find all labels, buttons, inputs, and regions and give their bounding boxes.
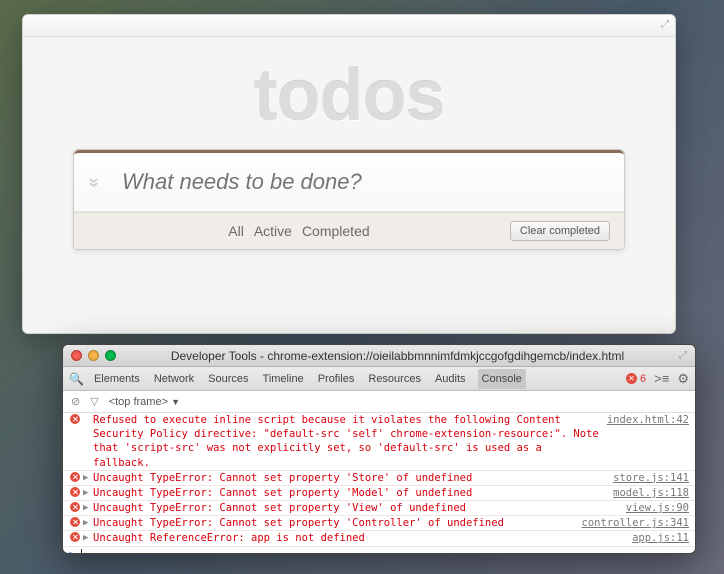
clear-completed-button[interactable]: Clear completed	[510, 221, 610, 241]
error-icon	[67, 413, 83, 424]
console-error-row: ▶Uncaught TypeError: Cannot set property…	[63, 501, 695, 516]
error-icon	[67, 486, 83, 497]
expand-arrow-icon[interactable]: ▶	[83, 531, 93, 544]
console-error-row: Refused to execute inline script because…	[63, 413, 695, 471]
todos-app-window: ⤢ todos » All Active Completed Clear com…	[22, 14, 676, 334]
tab-audits[interactable]: Audits	[433, 369, 468, 389]
toggle-drawer-icon[interactable]: >≡	[654, 371, 669, 386]
tab-profiles[interactable]: Profiles	[316, 369, 357, 389]
todo-input-row: »	[74, 150, 624, 212]
console-error-row: ▶Uncaught TypeError: Cannot set property…	[63, 516, 695, 531]
console-error-row: ▶Uncaught TypeError: Cannot set property…	[63, 486, 695, 501]
zoom-icon[interactable]	[105, 350, 116, 361]
filter-all[interactable]: All	[228, 223, 244, 239]
devtools-window: Developer Tools - chrome-extension://oie…	[62, 344, 696, 554]
expand-arrow-icon[interactable]: ▶	[83, 471, 93, 484]
tab-sources[interactable]: Sources	[206, 369, 250, 389]
error-message: Uncaught TypeError: Cannot set property …	[93, 471, 613, 485]
error-source-link[interactable]: app.js:11	[632, 531, 689, 545]
error-icon	[67, 516, 83, 527]
filter-active[interactable]: Active	[254, 223, 292, 239]
error-source-link[interactable]: controller.js:341	[582, 516, 689, 530]
expand-arrow-icon	[83, 413, 93, 414]
maximize-icon[interactable]: ⤢	[679, 350, 687, 361]
maximize-icon[interactable]: ⤢	[661, 19, 669, 30]
gear-icon[interactable]: ⚙	[677, 371, 689, 387]
close-icon[interactable]	[71, 350, 82, 361]
error-message: Refused to execute inline script because…	[93, 413, 607, 470]
new-todo-input[interactable]	[114, 153, 624, 211]
error-message: Uncaught TypeError: Cannot set property …	[93, 516, 582, 530]
minimize-icon[interactable]	[88, 350, 99, 361]
text-cursor	[81, 549, 82, 553]
tab-network[interactable]: Network	[152, 369, 196, 389]
error-icon	[67, 501, 83, 512]
error-source-link[interactable]: model.js:118	[613, 486, 689, 500]
search-icon[interactable]: 🔍	[69, 372, 84, 386]
app-titlebar: ⤢	[23, 15, 675, 37]
expand-arrow-icon[interactable]: ▶	[83, 486, 93, 499]
prompt-icon: >	[69, 549, 75, 553]
app-title: todos	[73, 37, 625, 149]
filter-icon[interactable]: ▽	[90, 395, 98, 408]
tab-timeline[interactable]: Timeline	[261, 369, 306, 389]
expand-arrow-icon[interactable]: ▶	[83, 516, 93, 529]
console-prompt[interactable]: >	[63, 547, 695, 553]
error-source-link[interactable]: store.js:141	[613, 471, 689, 485]
error-icon: ✕	[626, 373, 637, 384]
todo-card: » All Active Completed Clear completed	[73, 149, 625, 250]
error-message: Uncaught TypeError: Cannot set property …	[93, 501, 626, 515]
todo-footer: All Active Completed Clear completed	[74, 212, 624, 249]
tab-console[interactable]: Console	[478, 369, 526, 389]
window-controls	[71, 350, 116, 361]
error-message: Uncaught TypeError: Cannot set property …	[93, 486, 613, 500]
devtools-titlebar: Developer Tools - chrome-extension://oie…	[63, 345, 695, 367]
error-source-link[interactable]: index.html:42	[607, 413, 689, 427]
devtools-tabs: Elements Network Sources Timeline Profil…	[92, 369, 526, 389]
console-error-row: ▶Uncaught TypeError: Cannot set property…	[63, 471, 695, 486]
devtools-toolbar: 🔍 Elements Network Sources Timeline Prof…	[63, 367, 695, 391]
error-count-badge[interactable]: ✕ 6	[626, 373, 646, 385]
console-error-row: ▶Uncaught ReferenceError: app is not def…	[63, 531, 695, 546]
filter-group: All Active Completed	[88, 223, 510, 239]
app-body: todos » All Active Completed Clear compl…	[23, 37, 675, 333]
error-icon	[67, 531, 83, 542]
console-subbar: ⊘ ▽ <top frame> ▼	[63, 391, 695, 413]
tab-elements[interactable]: Elements	[92, 369, 142, 389]
filter-completed[interactable]: Completed	[302, 223, 370, 239]
error-count-value: 6	[640, 373, 646, 385]
console-output: Refused to execute inline script because…	[63, 413, 695, 553]
tab-resources[interactable]: Resources	[366, 369, 423, 389]
frame-selector[interactable]: <top frame> ▼	[109, 396, 180, 408]
error-message: Uncaught ReferenceError: app is not defi…	[93, 531, 632, 545]
chevron-down-icon: »	[83, 177, 104, 187]
error-icon	[67, 471, 83, 482]
toggle-all-button[interactable]: »	[74, 156, 114, 209]
error-source-link[interactable]: view.js:90	[626, 501, 689, 515]
chevron-down-icon: ▼	[171, 397, 180, 407]
clear-console-icon[interactable]: ⊘	[71, 395, 80, 408]
devtools-title: Developer Tools - chrome-extension://oie…	[116, 349, 679, 363]
expand-arrow-icon[interactable]: ▶	[83, 501, 93, 514]
